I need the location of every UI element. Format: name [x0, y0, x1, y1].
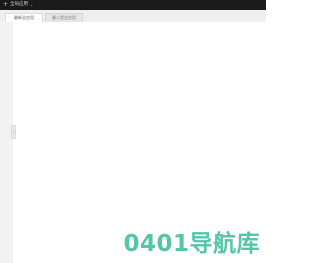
left-sidebar-rail [0, 22, 13, 263]
chevron-down-icon[interactable]: ⌄ [30, 0, 33, 10]
watermark-text: 0401导航库 [123, 231, 260, 257]
app-menu-title[interactable]: 全局应用 [10, 0, 28, 10]
sidebar-collapse-handle[interactable]: ‹ [11, 125, 16, 139]
tab-latest-apps[interactable]: 最新全应用 [5, 13, 43, 22]
app-window: + 全局应用 ⌄ 最新全应用 最入提全应用 ‹ 0401导航库 [0, 0, 266, 263]
tab-recent-apps[interactable]: 最入提全应用 [45, 13, 83, 22]
chevron-left-icon: ‹ [12, 129, 15, 134]
top-bar: + 全局应用 ⌄ [0, 0, 266, 10]
watermark-logo: 0401导航库 [87, 229, 266, 259]
plus-icon[interactable]: + [3, 0, 8, 10]
main-content-area [13, 22, 266, 263]
